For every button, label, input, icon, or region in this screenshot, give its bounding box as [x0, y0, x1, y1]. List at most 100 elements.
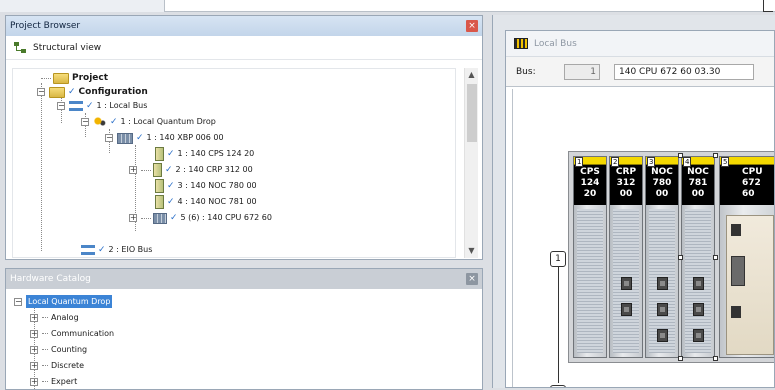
collapse-icon[interactable]: − [14, 297, 22, 306]
close-icon[interactable]: × [466, 20, 478, 32]
catalog-label: Counting [51, 345, 88, 354]
hardware-catalog-panel: Hardware Catalog × − Local Quantum Drop … [5, 268, 483, 390]
tree-item-module[interactable]: + ✓ 2 : 140 CRP 312 00 [129, 163, 253, 177]
scroll-thumb[interactable] [467, 84, 477, 142]
structural-view-label[interactable]: Structural view [33, 43, 101, 53]
selection-handle[interactable] [713, 255, 718, 260]
rack-module-cpu[interactable]: 5 CPU 672 60 [719, 156, 774, 358]
cpu-port-icon [731, 306, 741, 318]
check-icon: ✓ [98, 245, 106, 255]
tree-label-module: 3 : 140 NOC 780 00 [177, 181, 257, 190]
scroll-down-icon[interactable]: ▼ [465, 244, 478, 258]
scroll-up-icon[interactable]: ▲ [465, 68, 478, 82]
tree-label-module: 1 : 140 CPS 124 20 [177, 149, 255, 158]
catalog-label-root: Local Quantum Drop [26, 295, 113, 308]
local-bus-title: Local Bus [534, 39, 577, 49]
tree-item-configuration[interactable]: − ✓ Configuration [37, 85, 148, 99]
expand-icon[interactable]: + [129, 166, 137, 174]
rack-canvas: 1 CPS 124 20 2 CRP 312 00 3 NOC 780 00 4… [512, 89, 774, 387]
check-icon: ✓ [167, 149, 175, 159]
slot-number: 2 [611, 157, 620, 167]
module-label: NOC 781 00 [682, 165, 714, 205]
hardware-catalog-title-bar: Hardware Catalog × [6, 269, 482, 289]
tree-structure-icon [14, 41, 27, 54]
cpu-slot-icon [731, 256, 745, 286]
collapse-icon[interactable]: − [37, 88, 45, 96]
tree-item-module[interactable]: + ✓ 5 (6) : 140 CPU 672 60 [129, 211, 272, 225]
tree-item-project[interactable]: Project [41, 71, 108, 85]
tree-label-module: 2 : 140 CRP 312 00 [175, 165, 253, 174]
selection-handle[interactable] [713, 356, 718, 361]
port-icon [693, 277, 704, 290]
module-label: CPS 124 20 [574, 165, 606, 205]
port-icon [657, 303, 668, 316]
check-icon: ✓ [165, 165, 173, 175]
project-tree: Project − ✓ Configuration − ✓ 1 : Local … [12, 68, 456, 258]
bus-number-field[interactable]: 1 [564, 63, 600, 80]
catalog-item[interactable]: + Discrete [30, 359, 84, 372]
rack-module-cps[interactable]: 1 CPS 124 20 [573, 156, 607, 358]
rack-module-noc-781[interactable]: 4 NOC 781 00 [681, 156, 715, 358]
expand-icon[interactable]: + [30, 329, 38, 338]
module-vent [577, 209, 603, 353]
top-strip [0, 0, 775, 12]
tree-item-module[interactable]: ✓ 4 : 140 NOC 781 00 [155, 195, 257, 209]
tree-item-module[interactable]: ✓ 1 : 140 CPS 124 20 [155, 147, 254, 161]
tree-item-eio-bus[interactable]: ✓ 2 : EIO Bus [81, 243, 152, 257]
check-icon: ✓ [167, 181, 175, 191]
document-tab-stub[interactable] [0, 0, 165, 12]
slot-number: 4 [683, 157, 692, 167]
module-label: NOC 780 00 [646, 165, 678, 205]
port-icon [657, 277, 668, 290]
tree-label-local-drop: 1 : Local Quantum Drop [120, 117, 216, 126]
tree-label-rack: 1 : 140 XBP 006 00 [146, 133, 224, 142]
module-icon [155, 195, 164, 209]
tree-label-eio-bus: 2 : EIO Bus [108, 245, 153, 254]
port-icon [657, 329, 668, 342]
expand-icon[interactable]: + [30, 361, 38, 370]
tree-label-module: 5 (6) : 140 CPU 672 60 [180, 213, 272, 222]
check-icon: ✓ [167, 197, 175, 207]
catalog-item[interactable]: + Counting [30, 343, 87, 356]
port-icon [693, 329, 704, 342]
tree-item-local-bus[interactable]: − ✓ 1 : Local Bus [57, 99, 147, 113]
catalog-item[interactable]: + Analog [30, 311, 79, 324]
folder-icon [49, 86, 65, 98]
selection-handle[interactable] [678, 356, 683, 361]
slot-number: 3 [647, 157, 656, 167]
rack-module-crp[interactable]: 2 CRP 312 00 [609, 156, 643, 358]
bus-icon [69, 101, 83, 111]
module-label: CRP 312 00 [610, 165, 642, 205]
collapse-icon[interactable]: − [105, 134, 113, 142]
catalog-item[interactable]: + Communication [30, 327, 114, 340]
port-icon [693, 303, 704, 316]
selection-handle[interactable] [678, 153, 683, 158]
expand-icon[interactable]: + [30, 345, 38, 354]
expand-icon[interactable]: + [129, 214, 137, 222]
tree-item-rack[interactable]: − ✓ 1 : 140 XBP 006 00 [105, 131, 224, 145]
selection-handle[interactable] [713, 153, 718, 158]
check-icon: ✓ [86, 101, 94, 111]
rack-marker-bottom[interactable] [550, 385, 566, 387]
collapse-icon[interactable]: − [57, 102, 65, 110]
tree-item-module[interactable]: ✓ 3 : 140 NOC 780 00 [155, 179, 257, 193]
bus-icon [81, 245, 95, 255]
project-browser-title-bar: Project Browser × [6, 16, 482, 36]
catalog-item[interactable]: + Expert [30, 375, 77, 388]
rack-marker-top[interactable]: 1 [550, 251, 566, 267]
rack[interactable]: 1 CPS 124 20 2 CRP 312 00 3 NOC 780 00 4… [568, 151, 774, 363]
collapse-icon[interactable]: − [81, 118, 89, 126]
rack-module-noc-780[interactable]: 3 NOC 780 00 [645, 156, 679, 358]
rack-icon [117, 132, 133, 144]
local-bus-window: Local Bus Bus: 1 140 CPU 672 60 03.30 1 … [505, 30, 775, 388]
expand-icon[interactable]: + [30, 313, 38, 322]
catalog-label: Discrete [51, 361, 85, 370]
catalog-item-root[interactable]: − Local Quantum Drop [14, 295, 113, 308]
close-icon[interactable]: × [466, 273, 478, 285]
tree-item-local-drop[interactable]: − ✓ 1 : Local Quantum Drop [81, 115, 216, 129]
expand-icon[interactable]: + [30, 377, 38, 386]
bus-toolbar: Bus: 1 140 CPU 672 60 03.30 [506, 57, 774, 87]
project-tree-scrollbar[interactable]: ▲ ▼ [464, 68, 478, 258]
port-icon [621, 303, 632, 316]
selection-handle[interactable] [678, 255, 683, 260]
